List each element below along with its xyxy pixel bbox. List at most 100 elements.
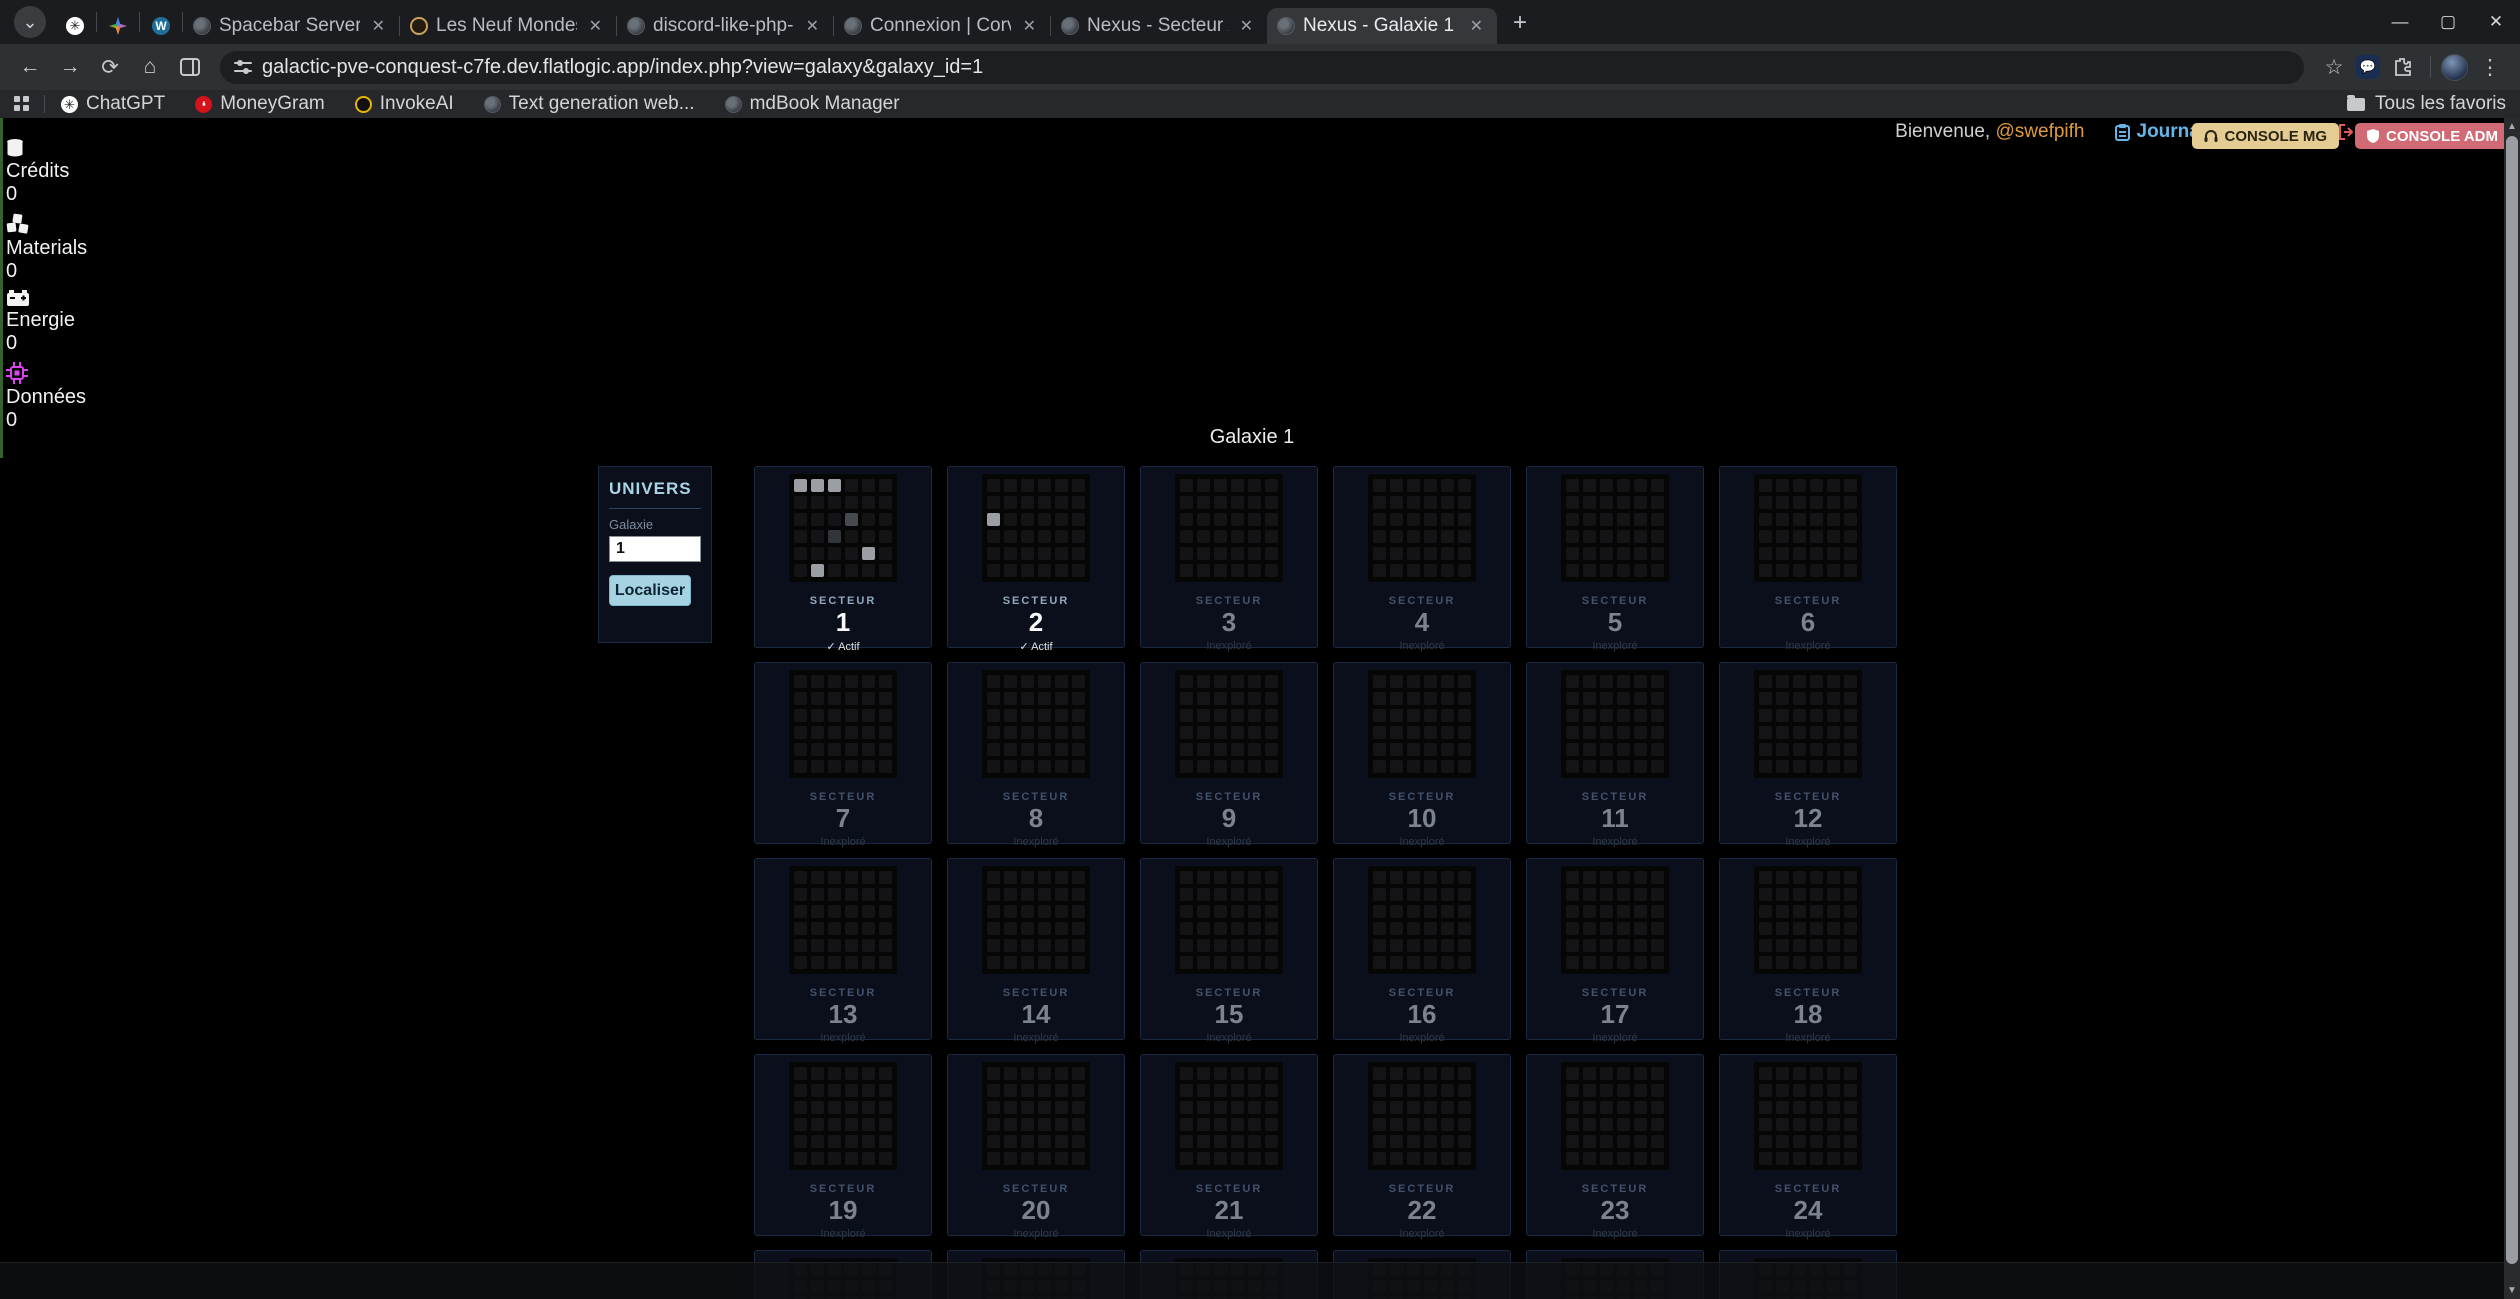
sector-card[interactable]: SECTEUR 17 Inexploré	[1526, 858, 1704, 1040]
bookmark-mdbook-manager[interactable]: mdBook Manager	[725, 93, 900, 115]
minimap-cell	[1793, 1084, 1806, 1097]
extension-chat-icon[interactable]: 💬	[2356, 55, 2380, 79]
sector-card[interactable]: SECTEUR 21 Inexploré	[1140, 1054, 1318, 1236]
minimap-cell	[1390, 547, 1403, 560]
sector-card[interactable]: SECTEUR 8 Inexploré	[947, 662, 1125, 844]
tab-spacebar-server[interactable]: Spacebar Server ✕	[183, 8, 399, 44]
site-settings-icon[interactable]	[234, 58, 252, 76]
minimap-cell	[1072, 496, 1085, 509]
sector-card[interactable]: SECTEUR 10 Inexploré	[1333, 662, 1511, 844]
tab-search-button[interactable]: ⌄	[14, 6, 46, 38]
localiser-button[interactable]: Localiser	[609, 575, 691, 606]
back-icon[interactable]: ←	[12, 49, 48, 85]
minimap-cell	[862, 692, 875, 705]
minimap-cell	[1424, 1135, 1437, 1148]
tab-close-icon[interactable]: ✕	[802, 14, 823, 38]
window-minimize-button[interactable]: —	[2376, 0, 2424, 44]
tab-connexion-corvara[interactable]: Connexion | Corvara ✕	[834, 8, 1050, 44]
sector-card[interactable]: SECTEUR 19 Inexploré	[754, 1054, 932, 1236]
sector-card[interactable]: SECTEUR 20 Inexploré	[947, 1054, 1125, 1236]
tab-close-icon[interactable]: ✕	[1019, 14, 1040, 38]
minimap-cell	[879, 547, 892, 560]
minimap-cell	[987, 1152, 1000, 1165]
profile-avatar[interactable]	[2441, 54, 2468, 81]
minimap-cell	[828, 1067, 841, 1080]
all-bookmarks-button[interactable]: Tous les favoris	[2347, 93, 2506, 115]
minimap-cell	[1441, 530, 1454, 543]
pinned-tab-gemini[interactable]	[97, 8, 139, 44]
address-bar[interactable]: galactic-pve-conquest-c7fe.dev.flatlogic…	[220, 51, 2304, 84]
window-close-button[interactable]: ✕	[2472, 0, 2520, 44]
tab-neuf-mondes[interactable]: Les Neuf Mondes de la Mythol ✕	[400, 8, 616, 44]
bookmark-chatgpt[interactable]: ChatGPT	[61, 93, 165, 115]
sector-card[interactable]: SECTEUR 7 Inexploré	[754, 662, 932, 844]
sector-card[interactable]: SECTEUR 14 Inexploré	[947, 858, 1125, 1040]
sector-card[interactable]: SECTEUR 11 Inexploré	[1526, 662, 1704, 844]
minimap-cell	[1231, 1135, 1244, 1148]
sector-card[interactable]: SECTEUR 15 Inexploré	[1140, 858, 1318, 1040]
url-text[interactable]: galactic-pve-conquest-c7fe.dev.flatlogic…	[262, 56, 983, 79]
apps-grid-icon[interactable]	[14, 96, 30, 112]
minimap-cell	[1827, 564, 1840, 577]
sector-card[interactable]: SECTEUR 22 Inexploré	[1333, 1054, 1511, 1236]
sector-card[interactable]: SECTEUR 18 Inexploré	[1719, 858, 1897, 1040]
bookmark-invokeai[interactable]: InvokeAI	[355, 93, 454, 115]
forward-icon[interactable]: →	[52, 49, 88, 85]
console-adm-button[interactable]: CONSOLE ADM	[2355, 123, 2510, 149]
tab-close-icon[interactable]: ✕	[585, 14, 606, 38]
bookmark-moneygram[interactable]: MoneyGram	[195, 93, 325, 115]
tab-close-icon[interactable]: ✕	[368, 14, 389, 38]
minimap-cell	[1038, 888, 1051, 901]
minimap-cell	[1600, 1135, 1613, 1148]
sector-card[interactable]: SECTEUR 16 Inexploré	[1333, 858, 1511, 1040]
scrollbar-down-icon[interactable]: ▼	[2504, 1282, 2520, 1299]
sector-card[interactable]: SECTEUR 12 Inexploré	[1719, 662, 1897, 844]
extensions-puzzle-icon[interactable]	[2384, 49, 2420, 85]
sector-card[interactable]: SECTEUR 13 Inexploré	[754, 858, 932, 1040]
tab-discord-chat[interactable]: discord-like-php-chat-7262.de ✕	[617, 8, 833, 44]
page-scrollbar[interactable]: ▲ ▼	[2504, 118, 2520, 1299]
minimap-cell	[1651, 530, 1664, 543]
home-icon[interactable]: ⌂	[132, 49, 168, 85]
tab-nexus-galaxie-active[interactable]: Nexus - Galaxie 1 ✕	[1267, 8, 1497, 44]
window-maximize-button[interactable]: ▢	[2424, 0, 2472, 44]
sector-card[interactable]: SECTEUR 24 Inexploré	[1719, 1054, 1897, 1236]
minimap-cell	[1566, 871, 1579, 884]
tab-nexus-secteur[interactable]: Nexus - Secteur Alpha [G1] ✕	[1051, 8, 1267, 44]
minimap-cell	[1197, 479, 1210, 492]
sector-card[interactable]: SECTEUR 23 Inexploré	[1526, 1054, 1704, 1236]
tab-close-icon[interactable]: ✕	[1466, 14, 1487, 38]
bookmark-star-icon[interactable]: ☆	[2316, 49, 2352, 85]
side-panel-icon[interactable]	[172, 49, 208, 85]
sector-card[interactable]: SECTEUR 2 ✓ Actif	[947, 466, 1125, 648]
browser-menu-icon[interactable]: ⋮	[2472, 49, 2508, 85]
scrollbar-thumb[interactable]	[2506, 136, 2518, 1264]
bookmark-label: MoneyGram	[220, 93, 325, 115]
scrollbar-up-icon[interactable]: ▲	[2504, 118, 2520, 135]
minimap-cell	[1004, 564, 1017, 577]
galaxie-input[interactable]	[609, 536, 701, 562]
minimap-cell	[1407, 956, 1420, 969]
sector-card[interactable]: SECTEUR 6 Inexploré	[1719, 466, 1897, 648]
bookmark-text-generation[interactable]: Text generation web...	[484, 93, 695, 115]
pinned-tab-chatgpt[interactable]	[54, 8, 96, 44]
pinned-tab-wordpress[interactable]	[140, 8, 182, 44]
sector-card[interactable]: SECTEUR 9 Inexploré	[1140, 662, 1318, 844]
minimap-cell	[1231, 726, 1244, 739]
console-mg-button[interactable]: CONSOLE MG	[2192, 123, 2340, 149]
minimap-cell	[1265, 513, 1278, 526]
new-tab-button[interactable]: +	[1503, 6, 1537, 40]
sector-card[interactable]: SECTEUR 3 Inexploré	[1140, 466, 1318, 648]
minimap-cell	[1248, 1084, 1261, 1097]
bookmark-label: ChatGPT	[86, 93, 165, 115]
sector-card[interactable]: SECTEUR 5 Inexploré	[1526, 466, 1704, 648]
minimap-cell	[1441, 675, 1454, 688]
sector-card[interactable]: SECTEUR 4 Inexploré	[1333, 466, 1511, 648]
tab-title: Connexion | Corvara	[870, 15, 1011, 37]
minimap-cell	[1265, 1135, 1278, 1148]
sector-card[interactable]: SECTEUR 1 ✓ Actif	[754, 466, 932, 648]
minimap-cell	[1827, 905, 1840, 918]
minimap-cell	[1265, 726, 1278, 739]
reload-icon[interactable]: ⟳	[92, 49, 128, 85]
tab-close-icon[interactable]: ✕	[1236, 14, 1257, 38]
